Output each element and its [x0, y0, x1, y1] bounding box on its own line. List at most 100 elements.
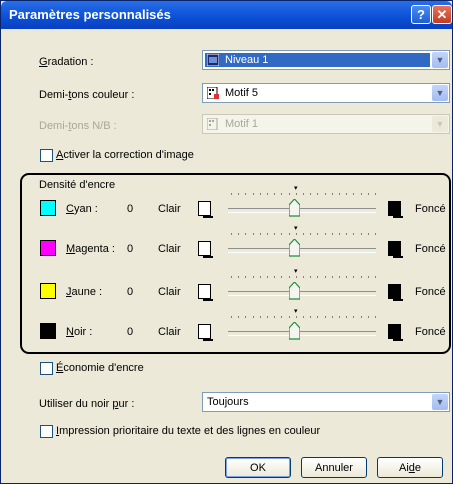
- correction-label[interactable]: Activer la correction d'image: [56, 149, 194, 161]
- tick-mark: [331, 193, 333, 195]
- tick-mark: [346, 193, 348, 195]
- tick-mark: [267, 316, 268, 318]
- noir-slider-thumb[interactable]: [289, 322, 300, 340]
- demi-nb-select: Motif 1 ▼: [202, 114, 450, 134]
- tick-mark: [360, 276, 362, 278]
- magenta-slider-track[interactable]: [228, 248, 376, 253]
- center-mark-icon: ▾: [294, 225, 298, 232]
- center-mark-icon: ▾: [294, 308, 298, 315]
- noir-label: Noir :: [66, 326, 93, 338]
- tick-mark: [259, 233, 261, 235]
- tick-mark: [367, 193, 369, 195]
- demi-couleur-select[interactable]: Motif 5 ▼: [202, 83, 450, 103]
- clair-label: Clair: [158, 203, 181, 215]
- slider-ticks: [230, 193, 377, 196]
- tick-mark: [274, 316, 276, 318]
- tick-mark: [281, 193, 283, 195]
- noir-pur-select[interactable]: Toujours ▼: [202, 392, 450, 412]
- demi-couleur-selected: Motif 5: [205, 86, 430, 100]
- prioritaire-label[interactable]: Impression prioritaire du texte et des l…: [56, 425, 320, 437]
- magenta-swatch: [40, 240, 56, 256]
- clair-label: Clair: [158, 326, 181, 338]
- close-button[interactable]: ✕: [432, 5, 452, 24]
- tick-mark: [375, 276, 376, 278]
- tick-mark: [295, 316, 297, 318]
- tick-mark: [231, 193, 232, 195]
- noir-swatch: [40, 323, 56, 339]
- demi-nb-label: Demi-tons N/B :: [39, 120, 117, 132]
- tick-mark: [339, 193, 340, 195]
- cancel-button[interactable]: Annuler: [301, 457, 367, 478]
- noir-slider-track[interactable]: [228, 331, 376, 336]
- tick-mark: [252, 193, 254, 195]
- magenta-value: 0: [127, 243, 134, 255]
- tick-mark: [231, 316, 232, 318]
- tick-mark: [259, 193, 261, 195]
- tick-mark: [288, 276, 290, 278]
- tick-mark: [295, 193, 297, 195]
- tick-mark: [252, 233, 254, 235]
- dialog-window: Paramètres personnalisés ? ✕ Gradation :…: [0, 0, 453, 484]
- light-page-icon: [198, 241, 213, 258]
- cyan-slider-thumb[interactable]: [289, 199, 300, 217]
- cyan-slider-track[interactable]: [228, 208, 376, 213]
- help-title-button[interactable]: ?: [411, 5, 431, 24]
- tick-mark: [281, 276, 283, 278]
- tick-mark: [346, 276, 348, 278]
- help-button[interactable]: Ai d e: [377, 457, 443, 478]
- tick-mark: [375, 233, 376, 235]
- center-mark-icon: ▾: [294, 268, 298, 275]
- light-page-icon: [198, 324, 213, 341]
- cyan-swatch: [40, 200, 56, 216]
- chevron-down-icon[interactable]: ▼: [432, 85, 448, 101]
- chevron-down-icon[interactable]: ▼: [432, 394, 448, 410]
- tick-mark: [367, 276, 369, 278]
- light-page-icon: [198, 284, 213, 301]
- center-mark-icon: ▾: [294, 185, 298, 192]
- magenta-label: Magenta :: [66, 243, 115, 255]
- tick-mark: [303, 316, 304, 318]
- title-bar[interactable]: Paramètres personnalisés ? ✕: [1, 1, 452, 29]
- tick-mark: [331, 276, 333, 278]
- tick-mark: [360, 316, 362, 318]
- correction-checkbox[interactable]: [40, 149, 53, 162]
- tick-mark: [259, 316, 261, 318]
- tick-mark: [353, 193, 355, 195]
- tick-mark: [303, 276, 304, 278]
- prioritaire-checkbox[interactable]: [40, 425, 53, 438]
- tick-mark: [339, 233, 340, 235]
- gradation-select[interactable]: Niveau 1 ▼: [202, 50, 450, 70]
- tick-mark: [267, 233, 268, 235]
- tick-mark: [238, 233, 240, 235]
- economie-label[interactable]: Économie d'encre: [56, 362, 144, 374]
- tick-mark: [353, 316, 355, 318]
- tick-mark: [375, 193, 376, 195]
- dark-page-icon: [388, 324, 403, 341]
- tick-mark: [375, 316, 376, 318]
- demi-nb-selected: Motif 1: [205, 117, 430, 131]
- jaune-slider-track[interactable]: [228, 291, 376, 296]
- noir-pur-selected: Toujours: [207, 396, 249, 408]
- jaune-slider-thumb[interactable]: [289, 282, 300, 300]
- tick-mark: [324, 233, 326, 235]
- ok-button[interactable]: OK: [225, 457, 291, 478]
- tick-mark: [288, 316, 290, 318]
- tick-mark: [303, 233, 304, 235]
- tick-mark: [331, 233, 333, 235]
- halftone-pattern-icon: [207, 87, 219, 99]
- tick-mark: [353, 233, 355, 235]
- cyan-value: 0: [127, 203, 134, 215]
- tick-mark: [267, 276, 268, 278]
- help-icon: ?: [417, 7, 425, 22]
- chevron-down-icon[interactable]: ▼: [432, 52, 448, 68]
- jaune-value: 0: [127, 286, 134, 298]
- economie-checkbox[interactable]: [40, 362, 53, 375]
- tick-mark: [274, 276, 276, 278]
- jaune-label: Jaune :: [66, 286, 103, 298]
- tick-mark: [339, 276, 340, 278]
- clair-label: Clair: [158, 243, 181, 255]
- slider-ticks: [230, 276, 377, 279]
- dialog-title: Paramètres personnalisés: [9, 7, 171, 22]
- tick-mark: [310, 233, 312, 235]
- magenta-slider-thumb[interactable]: [289, 239, 300, 257]
